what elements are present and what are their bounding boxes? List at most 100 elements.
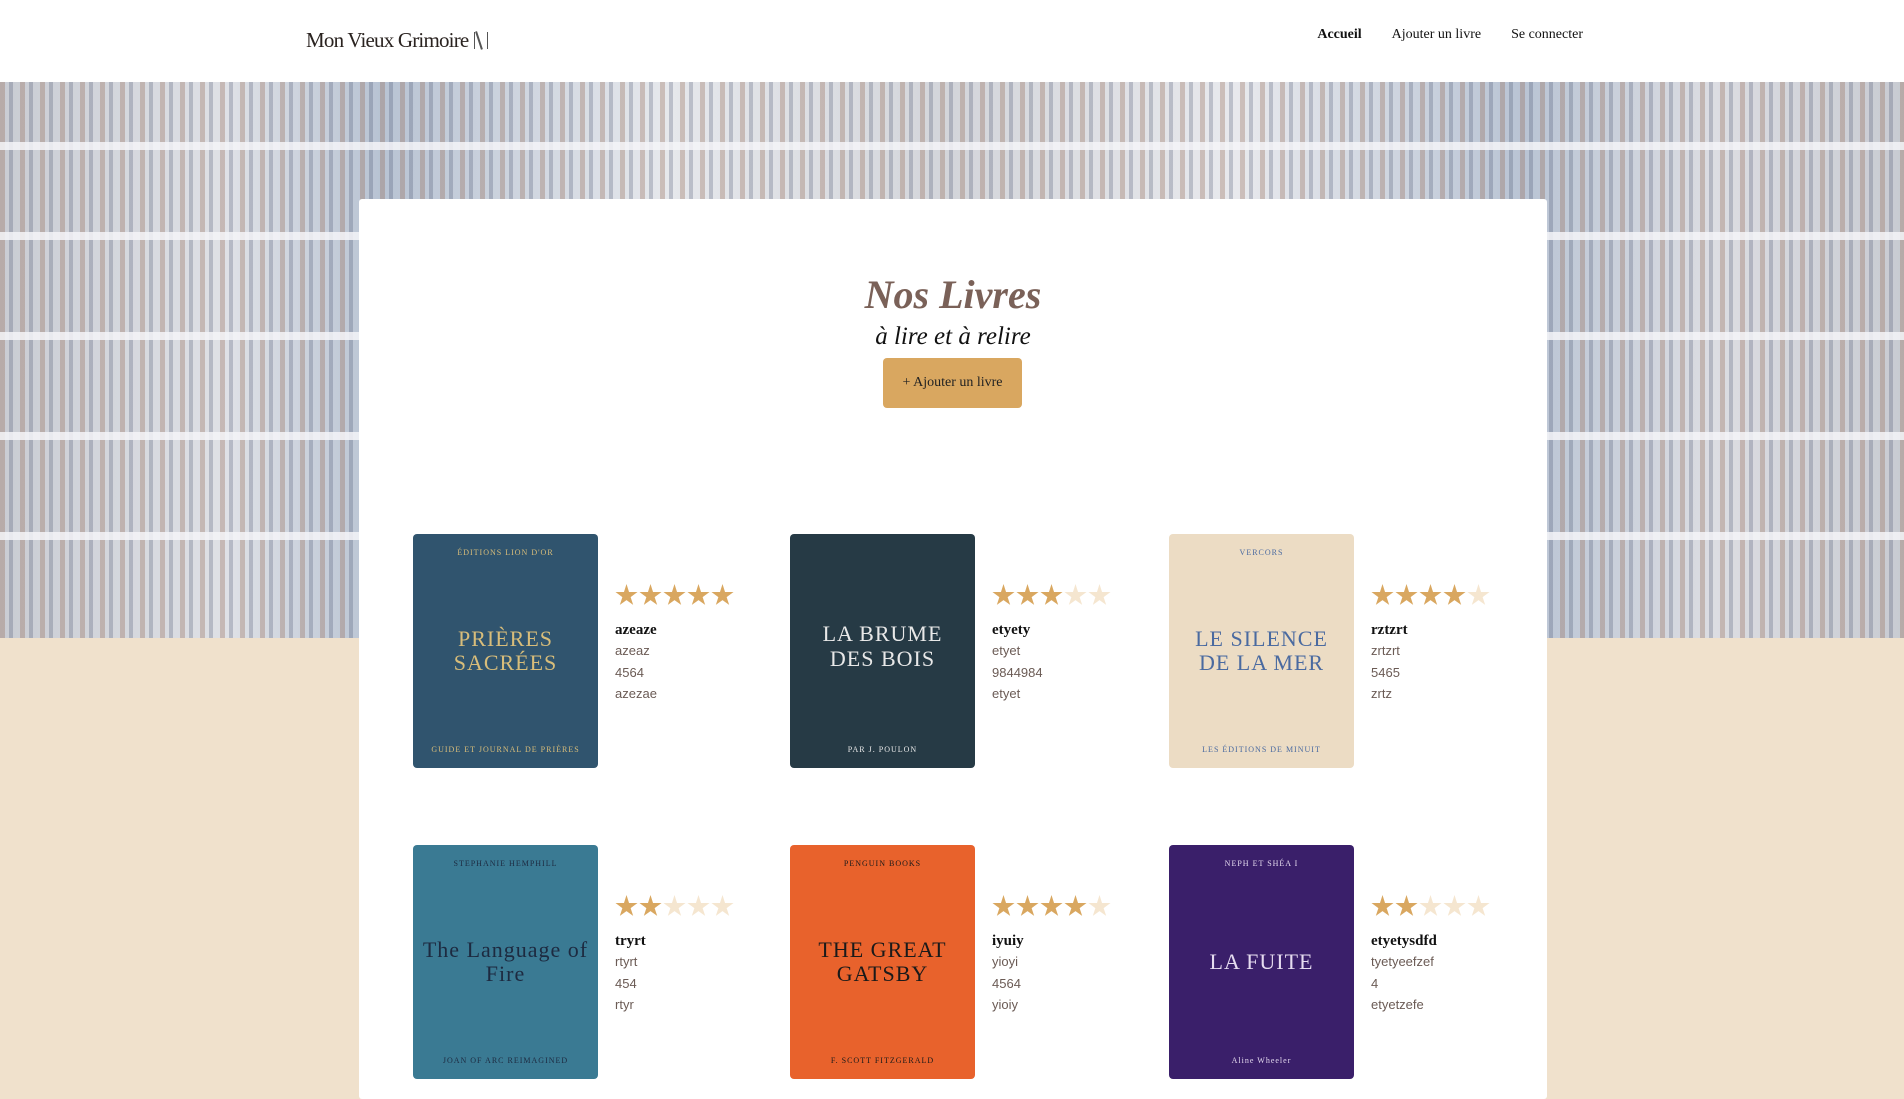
nav-link-se-connecter[interactable]: Se connecter [1511, 27, 1583, 43]
book-info: iyuiy yioyi 4564 yioiy [992, 845, 1111, 1079]
cover-title-text: The Language of Fire [422, 936, 589, 986]
book-card[interactable]: NEPH ET SHÉA I LA FUITE Aline Wheeler et… [1169, 845, 1509, 1079]
book-info: rztzrt zrtzrt 5465 zrtz [1371, 534, 1490, 768]
book-genre: azezae [615, 686, 657, 701]
star-icon [711, 584, 734, 605]
book-author: azeaz [615, 643, 650, 658]
book-author: yioyi [992, 954, 1019, 969]
rating-stars [992, 895, 1111, 921]
star-icon [1419, 895, 1442, 916]
star-icon [1395, 895, 1418, 916]
book-logo-icon [474, 32, 489, 49]
cover-top-text: PENGUIN BOOKS [843, 859, 922, 868]
book-cover[interactable]: PENGUIN BOOKS THE GREAT GATSBY F. SCOTT … [790, 845, 975, 1079]
cover-title-text: LA BRUME DES BOIS [822, 621, 943, 671]
book-cover[interactable]: ÉDITIONS LION D'OR PRIÈRES SACRÉES GUIDE… [413, 534, 598, 768]
book-card[interactable]: VERCORS LE SILENCE DE LA MER LES ÉDITION… [1169, 534, 1509, 768]
book-cover[interactable]: STEPHANIE HEMPHILL The Language of Fire … [413, 845, 598, 1079]
book-cover[interactable]: NEPH ET SHÉA I LA FUITE Aline Wheeler [1169, 845, 1354, 1079]
star-icon [1467, 895, 1490, 916]
star-icon [992, 895, 1015, 916]
star-icon [1016, 584, 1039, 605]
nav-link-accueil[interactable]: Accueil [1317, 27, 1361, 43]
cover-bottom-text: JOAN OF ARC REIMAGINED [442, 1056, 569, 1065]
book-title: etyety [992, 622, 1031, 638]
book-card[interactable]: ÉDITIONS LION D'OR PRIÈRES SACRÉES GUIDE… [413, 534, 753, 768]
book-genre: yioiy [992, 997, 1019, 1012]
star-icon [1064, 584, 1087, 605]
page-title: Nos Livres [864, 272, 1042, 317]
book-title: etyetysdfd [1371, 933, 1437, 949]
star-icon [615, 895, 638, 916]
book-author: zrtzrt [1371, 643, 1400, 658]
cover-bottom-text: Aline Wheeler [1231, 1056, 1292, 1065]
book-year: 4564 [992, 975, 1021, 991]
book-card[interactable]: PENGUIN BOOKS THE GREAT GATSBY F. SCOTT … [790, 845, 1130, 1079]
cover-title-text: PRIÈRES SACRÉES [453, 625, 558, 675]
star-icon [687, 895, 710, 916]
star-icon [1419, 584, 1442, 605]
star-icon [992, 584, 1015, 605]
star-icon [1064, 895, 1087, 916]
star-icon [1016, 895, 1039, 916]
star-icon [711, 895, 734, 916]
nav-link-ajouter-livre[interactable]: Ajouter un livre [1392, 27, 1481, 43]
books-panel: Nos Livres à lire et à relire + Ajouter … [359, 199, 1547, 1099]
add-book-button[interactable]: + Ajouter un livre [883, 358, 1022, 408]
nav-links: Accueil Ajouter un livre Se connecter [1317, 27, 1583, 43]
star-icon [663, 895, 686, 916]
star-icon [639, 584, 662, 605]
book-genre: rtyr [615, 997, 634, 1012]
book-author: tyetyeefzef [1371, 954, 1434, 969]
star-icon [663, 584, 686, 605]
star-icon [1443, 584, 1466, 605]
cover-top-text: VERCORS [1239, 548, 1284, 557]
book-title: rztzrt [1371, 622, 1408, 638]
book-info: etyetysdfd tyetyeefzef 4 etyetzefe [1371, 845, 1490, 1079]
book-year: 4 [1371, 975, 1379, 991]
book-cover[interactable]: LA BRUME DES BOIS PAR J. POULON [790, 534, 975, 768]
book-year: 5465 [1371, 664, 1400, 680]
star-icon [639, 895, 662, 916]
rating-stars [615, 584, 734, 610]
star-icon [1088, 895, 1111, 916]
star-icon [1371, 895, 1394, 916]
star-icon [1443, 895, 1466, 916]
cover-title-text: LE SILENCE DE LA MER [1195, 625, 1328, 675]
book-info: etyety etyet 9844984 etyet [992, 534, 1111, 768]
book-cover[interactable]: VERCORS LE SILENCE DE LA MER LES ÉDITION… [1169, 534, 1354, 768]
cover-top-text: STEPHANIE HEMPHILL [453, 859, 558, 868]
star-icon [687, 584, 710, 605]
top-nav: Mon Vieux Grimoire Accueil Ajouter un li… [0, 0, 1904, 82]
book-title: iyuiy [992, 933, 1024, 949]
cover-bottom-text: GUIDE ET JOURNAL DE PRIÈRES [431, 745, 580, 754]
book-author: etyet [992, 643, 1021, 658]
book-title: azeaze [615, 622, 657, 638]
rating-stars [615, 895, 734, 921]
star-icon [1371, 584, 1394, 605]
logo[interactable]: Mon Vieux Grimoire [306, 28, 489, 53]
logo-text: Mon Vieux Grimoire [306, 28, 469, 52]
cover-top-text: ÉDITIONS LION D'OR [457, 548, 554, 557]
book-card[interactable]: LA BRUME DES BOIS PAR J. POULON etyety e… [790, 534, 1130, 768]
book-title: tryrt [615, 933, 646, 949]
book-genre: etyet [992, 686, 1021, 701]
cover-bottom-text: LES ÉDITIONS DE MINUIT [1202, 745, 1321, 754]
book-info: azeaze azeaz 4564 azezae [615, 534, 734, 768]
cover-top-text: NEPH ET SHÉA I [1224, 859, 1299, 868]
book-year: 9844984 [992, 664, 1043, 680]
cover-bottom-text: PAR J. POULON [847, 745, 918, 754]
star-icon [1395, 584, 1418, 605]
book-year: 4564 [615, 664, 644, 680]
star-icon [1040, 895, 1063, 916]
book-author: rtyrt [615, 954, 638, 969]
cover-bottom-text: F. SCOTT FITZGERALD [830, 1056, 935, 1065]
page-subtitle: à lire et à relire [875, 323, 1031, 350]
cover-title-text: THE GREAT GATSBY [818, 936, 947, 986]
star-icon [1040, 584, 1063, 605]
book-card[interactable]: STEPHANIE HEMPHILL The Language of Fire … [413, 845, 753, 1079]
star-icon [615, 584, 638, 605]
rating-stars [1371, 895, 1490, 921]
rating-stars [1371, 584, 1490, 610]
star-icon [1467, 584, 1490, 605]
